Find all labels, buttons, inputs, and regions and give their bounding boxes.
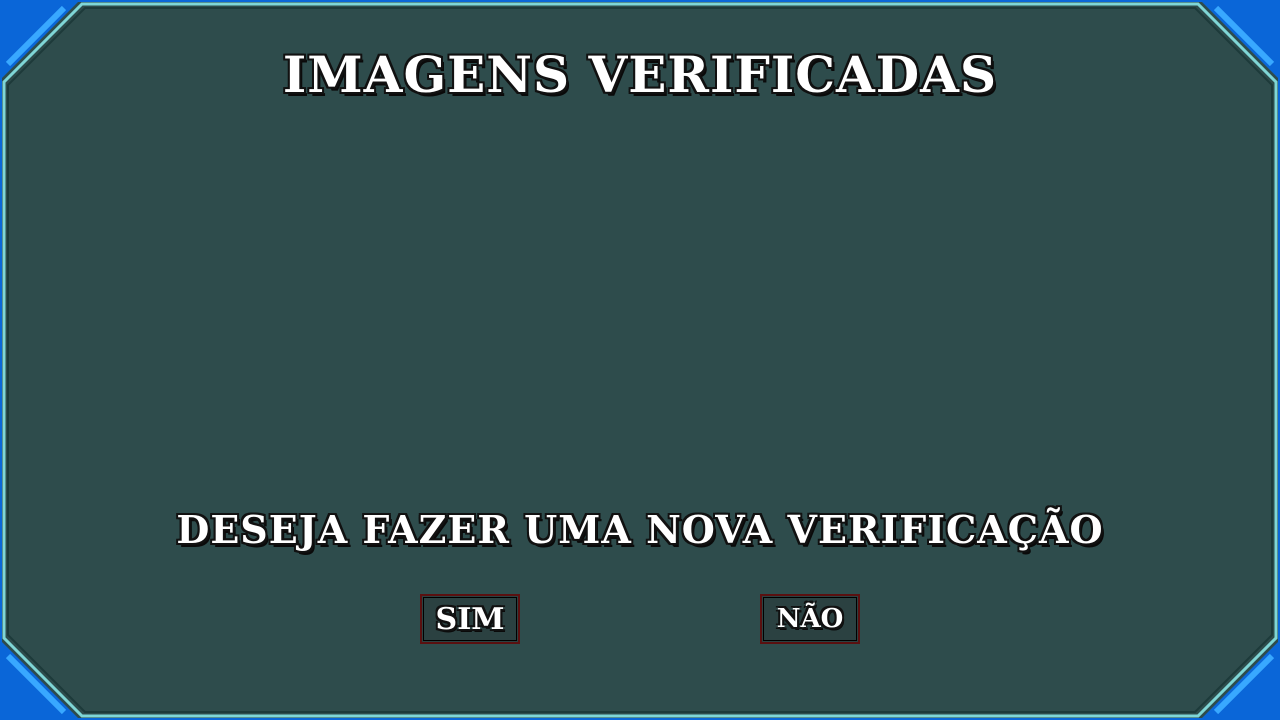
verification-complete-screen: IMAGENS VERIFICADAS DESEJA FAZER UMA NOV… <box>0 0 1280 720</box>
no-button-label: NÃO <box>776 604 844 634</box>
no-button[interactable]: NÃO <box>760 594 860 644</box>
new-verification-prompt: DESEJA FAZER UMA NOVA VERIFICAÇÃO <box>176 507 1104 552</box>
yes-button[interactable]: SIM <box>420 594 520 644</box>
yes-button-label: SIM <box>435 601 505 637</box>
dialog-title: IMAGENS VERIFICADAS <box>282 45 998 104</box>
